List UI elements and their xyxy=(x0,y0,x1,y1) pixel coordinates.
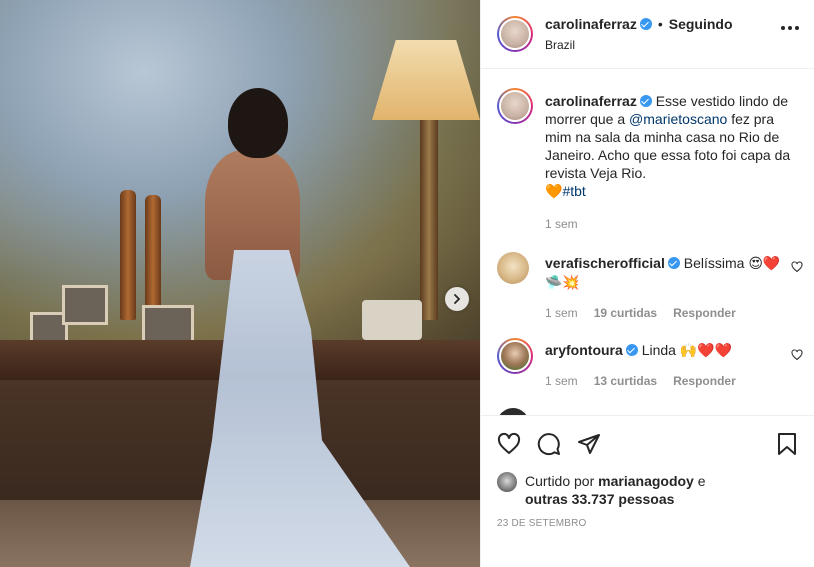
caption-avatar[interactable] xyxy=(497,88,533,124)
caption-hashtag[interactable]: #tbt xyxy=(562,183,585,199)
comment-likes[interactable]: 13 curtidas xyxy=(594,372,657,390)
comment-avatar[interactable] xyxy=(497,338,533,374)
following-button[interactable]: Seguindo xyxy=(669,16,733,32)
comment-item: verafischerofficial Belíssima 😍❤️ 🛸💥 1 s… xyxy=(545,254,785,322)
separator-dot: • xyxy=(657,16,663,32)
reply-button[interactable]: Responder xyxy=(673,304,736,322)
liker-avatar[interactable] xyxy=(497,472,517,492)
author-username[interactable]: carolinaferraz xyxy=(545,16,637,32)
post-date[interactable]: 23 DE SETEMBRO xyxy=(497,518,587,529)
comment-like-heart-icon[interactable] xyxy=(791,349,803,361)
photo-bottle xyxy=(120,190,136,320)
verified-icon xyxy=(639,18,652,30)
post-actions: Curtido por marianagodoy e outras 33.737… xyxy=(481,415,814,567)
comment-username[interactable]: verafischerofficial xyxy=(545,255,665,271)
post-location[interactable]: Brazil xyxy=(545,38,575,52)
comment-item: aryfontoura Linda 🙌❤️❤️ 1 sem 13 curtida… xyxy=(545,341,785,390)
more-horizontal-icon[interactable] xyxy=(781,26,799,30)
verified-icon xyxy=(625,344,638,356)
likes-summary: Curtido por marianagodoy e outras 33.737… xyxy=(497,472,715,508)
bookmark-icon[interactable] xyxy=(775,432,799,456)
comment-avatar[interactable] xyxy=(497,408,529,415)
post-side-panel: carolinaferraz • Seguindo Brazil carolin… xyxy=(480,0,814,567)
photo-frame xyxy=(142,305,194,345)
post-caption: carolinaferraz Esse vestido lindo de mor… xyxy=(545,92,803,233)
heart-icon[interactable] xyxy=(497,432,521,456)
photo-frame xyxy=(62,285,108,325)
photo-lamp-base xyxy=(420,120,438,320)
comment-meta: 1 sem 19 curtidas Responder xyxy=(545,304,785,322)
comment-icon[interactable] xyxy=(537,432,561,456)
likes-connector: e xyxy=(697,473,706,489)
chevron-right-icon xyxy=(454,294,460,304)
caption-time[interactable]: 1 sem xyxy=(545,215,578,233)
comment-time[interactable]: 1 sem xyxy=(545,372,578,390)
comment-emojis: 🙌❤️❤️ xyxy=(679,343,733,359)
comment-like-heart-icon[interactable] xyxy=(791,261,803,273)
reply-button[interactable]: Responder xyxy=(673,372,736,390)
author-avatar[interactable] xyxy=(497,16,533,52)
verified-icon xyxy=(667,257,680,269)
caption-username[interactable]: carolinaferraz xyxy=(545,93,637,109)
comment-text: Belíssima xyxy=(683,255,745,271)
comment-likes[interactable]: 19 curtidas xyxy=(594,304,657,322)
comment-time[interactable]: 1 sem xyxy=(545,304,578,322)
comment-avatar[interactable] xyxy=(497,252,529,284)
orange-heart-emoji: 🧡 xyxy=(545,184,563,200)
likes-prefix: Curtido por xyxy=(525,473,595,489)
comments-list: carolinaferraz Esse vestido lindo de mor… xyxy=(481,70,814,415)
likes-text: Curtido por marianagodoy e outras 33.737… xyxy=(525,472,715,508)
author-line: carolinaferraz • Seguindo xyxy=(545,16,733,32)
liker-username[interactable]: marianagodoy xyxy=(598,473,694,489)
paper-plane-icon[interactable] xyxy=(577,432,601,456)
verified-icon xyxy=(639,95,652,107)
photo-silver-cups xyxy=(362,300,422,340)
post-image[interactable] xyxy=(0,0,480,567)
photo-bottle xyxy=(145,195,161,315)
comment-text: Linda xyxy=(641,342,676,358)
likes-others[interactable]: outras 33.737 pessoas xyxy=(525,491,674,507)
comment-emojis-line2: 🛸💥 xyxy=(545,275,580,291)
comment-meta: 1 sem 13 curtidas Responder xyxy=(545,372,785,390)
caption-meta: 1 sem xyxy=(545,215,803,233)
caption-mention[interactable]: @marietoscano xyxy=(629,111,727,127)
photo-woman-hair xyxy=(228,88,288,158)
post-header: carolinaferraz • Seguindo Brazil xyxy=(481,0,814,69)
comment-username[interactable]: aryfontoura xyxy=(545,342,623,358)
comment-emojis: 😍❤️ xyxy=(748,256,781,272)
next-photo-button[interactable] xyxy=(445,287,469,311)
